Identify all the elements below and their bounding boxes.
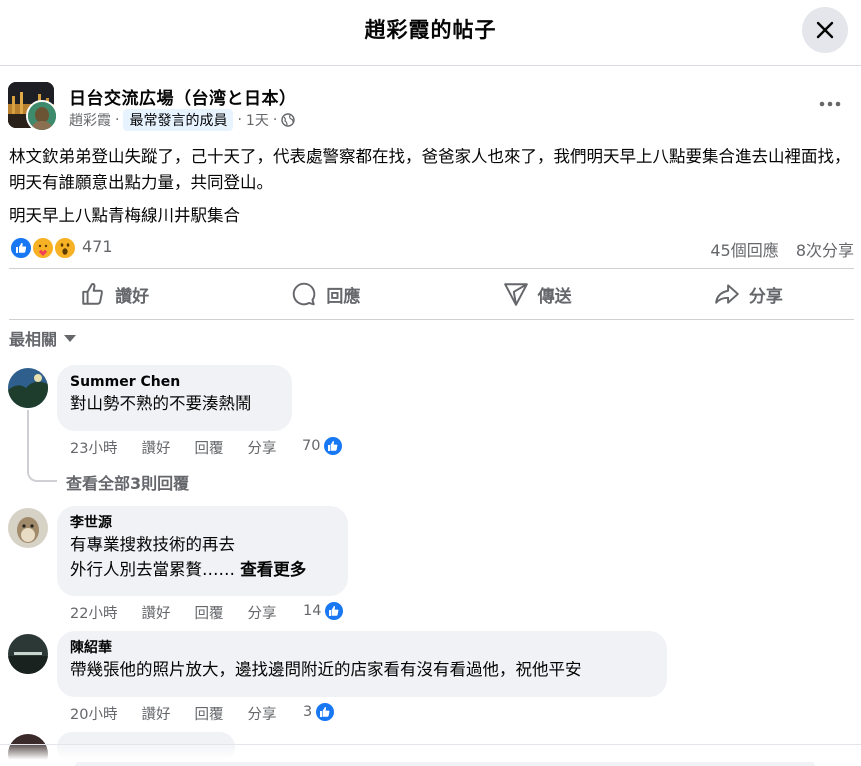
comment-sort-dropdown[interactable]: 最相關 (9, 326, 77, 350)
comment-like-link[interactable]: 讚好 (141, 703, 170, 724)
share-icon (715, 284, 739, 304)
like-reaction-icon (314, 701, 337, 723)
commenter-name[interactable]: Summer Chen (70, 373, 279, 391)
thumbs-up-icon (82, 282, 104, 305)
comment-reply-link[interactable]: 回覆 (194, 703, 223, 724)
comment-likes-number: 14 (303, 603, 322, 619)
see-more-link[interactable]: 查看更多 (240, 560, 306, 579)
comment-reaction-count[interactable]: 70 (302, 435, 345, 457)
post-text-paragraph: 林文欽弟弟登山失蹤了，己十天了，代表處警察都在找，爸爸家人也來了，我們明天早上八… (9, 147, 851, 192)
post-body: 林文欽弟弟登山失蹤了，己十天了，代表處警察都在找，爸爸家人也來了，我們明天早上八… (9, 144, 857, 236)
like-button[interactable]: 讚好 (9, 270, 220, 318)
care-reaction-icon (31, 236, 55, 260)
comment-actions: 20小時 讚好 回覆 分享 (70, 703, 300, 724)
post-meta: 趙彩霞 · 最常發言的成員 · 1天 · (69, 109, 295, 131)
comment-time-link[interactable]: 22小時 (70, 602, 117, 623)
member-badge[interactable]: 最常發言的成員 (123, 109, 234, 131)
like-button-label: 讚好 (115, 286, 150, 307)
more-horizontal-icon (819, 101, 841, 107)
comment-time-link[interactable]: 20小時 (70, 703, 117, 724)
post-action-bar: 讚好 回應 傳送 分享 (9, 270, 854, 318)
comment-bubble: 陳紹華 帶幾張他的照片放大，邊找邊問附近的店家看有沒有看過他，祝他平安 (57, 631, 667, 697)
post-header: 日台交流広場（台湾と日本） 趙彩霞 · 最常發言的成員 · 1天 · (8, 82, 853, 134)
comment-like-link[interactable]: 讚好 (141, 602, 170, 623)
comment-actions: 22小時 讚好 回覆 分享 (70, 602, 300, 623)
author-name-link[interactable]: 趙彩霞 (69, 110, 111, 130)
comments-count-link[interactable]: 45個回應 (710, 241, 778, 260)
send-button[interactable]: 傳送 (432, 270, 643, 318)
comment-text: 帶幾張他的照片放大，邊找邊問附近的店家看有沒有看過他，祝他平安 (70, 660, 582, 679)
commenter-name[interactable]: 陳紹華 (70, 639, 654, 657)
group-name-link[interactable]: 日台交流広場（台湾と日本） (69, 84, 297, 109)
post-time-link[interactable]: 1天 (246, 110, 269, 130)
comment-bubble: Summer Chen 對山勢不熟的不要湊熱鬧 (57, 365, 292, 431)
like-reaction-icon (322, 435, 345, 457)
wow-reaction-icon (53, 236, 77, 260)
comment-actions: 23小時 讚好 回覆 分享 (70, 437, 300, 458)
comment-text-line: 外行人別去當累贅…… (70, 560, 235, 579)
reactions-summary: 471 45個回應 8次分享 (9, 234, 854, 262)
comment-share-link[interactable]: 分享 (247, 703, 276, 724)
comment-reaction-count[interactable]: 14 (303, 600, 346, 622)
comment-text: 對山勢不熟的不要湊熱鬧 (70, 394, 252, 413)
comment-input[interactable] (75, 762, 815, 766)
divider (9, 319, 854, 320)
comment-time-link[interactable]: 23小時 (70, 437, 117, 458)
author-avatar[interactable] (26, 100, 58, 132)
comment-text: 有專業搜救技術的再去 (70, 535, 235, 554)
like-reaction-icon (323, 600, 346, 622)
dialog-title: 趙彩霞的帖子 (364, 18, 497, 42)
commenter-name[interactable]: 李世源 (70, 514, 335, 532)
divider (9, 268, 854, 269)
engagement-counts: 45個回應 8次分享 (698, 237, 854, 261)
view-all-replies-link[interactable]: 查看全部3則回覆 (66, 470, 189, 494)
close-icon (816, 21, 834, 39)
dialog-header: 趙彩霞的帖子 (0, 0, 861, 66)
reply-thread-line (27, 410, 29, 470)
comment-button-label: 回應 (326, 286, 361, 307)
comment-share-link[interactable]: 分享 (247, 602, 276, 623)
like-reaction-icon (9, 236, 33, 260)
post-text-paragraph: 明天早上八點青梅線川井駅集合 (9, 206, 240, 225)
shares-count-link[interactable]: 8次分享 (796, 241, 854, 260)
commenter-avatar[interactable] (8, 368, 48, 408)
comment-icon (293, 282, 316, 306)
reaction-count[interactable]: 471 (82, 237, 113, 256)
comment-likes-number: 3 (303, 704, 313, 720)
commenter-avatar[interactable] (8, 634, 48, 674)
caret-down-icon (64, 335, 77, 342)
reply-thread-line (27, 462, 57, 482)
comment-like-link[interactable]: 讚好 (141, 437, 170, 458)
comment-reply-link[interactable]: 回覆 (194, 437, 223, 458)
comment-bubble: 李世源 有專業搜救技術的再去 外行人別去當累贅…… 查看更多 (57, 506, 348, 596)
comment-button[interactable]: 回應 (220, 270, 431, 318)
comment-likes-number: 70 (302, 438, 321, 454)
more-options-button[interactable] (816, 90, 844, 118)
sort-label: 最相關 (9, 330, 58, 349)
share-button[interactable]: 分享 (643, 270, 854, 318)
comment-reply-link[interactable]: 回覆 (194, 602, 223, 623)
share-button-label: 分享 (748, 286, 783, 307)
globe-icon (281, 113, 295, 127)
commenter-avatar[interactable] (8, 508, 48, 548)
send-button-label: 傳送 (537, 286, 572, 307)
send-icon (503, 283, 528, 306)
comment-text: 外行人別去當累贅…… 查看更多 (70, 557, 335, 582)
comment-share-link[interactable]: 分享 (247, 437, 276, 458)
comment-reaction-count[interactable]: 3 (303, 701, 337, 723)
close-button[interactable] (802, 7, 848, 53)
